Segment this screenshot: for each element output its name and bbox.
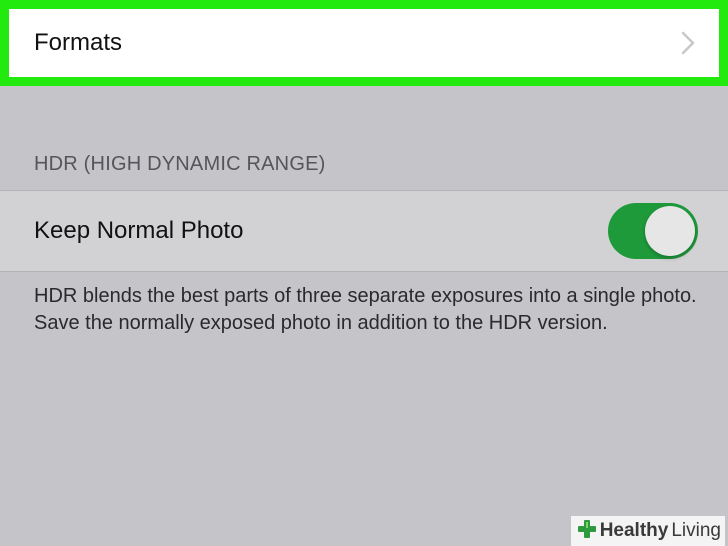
watermark-text-regular: Living [671, 520, 721, 541]
toggle-knob[interactable] [645, 206, 695, 256]
keep-normal-photo-label: Keep Normal Photo [34, 217, 244, 244]
watermark-text-bold: Healthy [599, 520, 669, 541]
hdr-section-header: HDR (HIGH DYNAMIC RANGE) [34, 153, 326, 175]
keep-normal-photo-row: Keep Normal Photo [0, 190, 728, 272]
keep-normal-photo-toggle[interactable] [608, 203, 698, 259]
chevron-right-icon [677, 29, 699, 57]
formats-label: Formats [34, 29, 123, 56]
hdr-description: HDR blends the best parts of three separ… [34, 285, 697, 334]
cross-leaf-icon [577, 519, 597, 544]
formats-row[interactable]: Formats [0, 0, 728, 86]
watermark: Healthy Living [570, 516, 725, 546]
